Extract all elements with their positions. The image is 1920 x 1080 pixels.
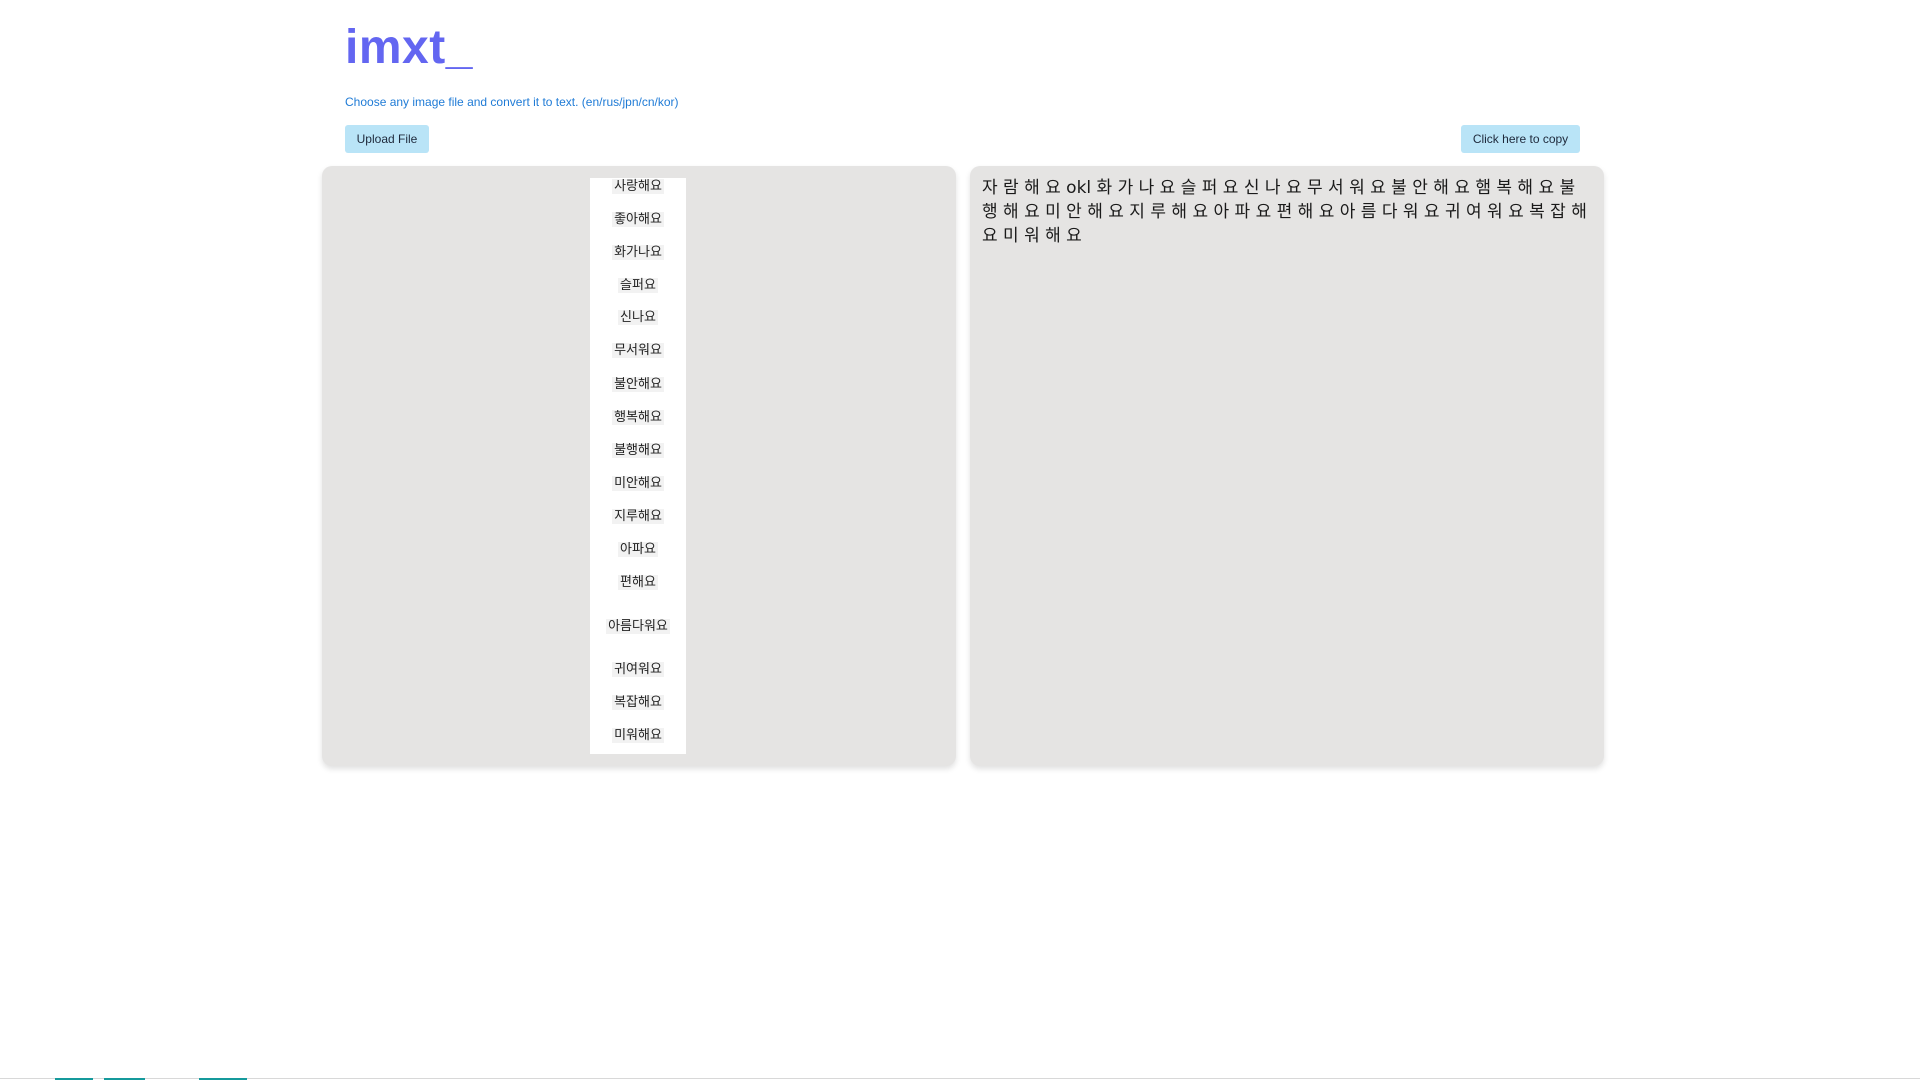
image-preview-panel: 사랑해요좋아해요화가나요슬퍼요신나요무서워요불안해요행복해요불행해요미안해요지루… [322,166,956,766]
app-subtitle: Choose any image file and convert it to … [345,95,679,109]
image-word: 편해요 [590,574,686,592]
image-word: 불안해요 [590,376,686,394]
image-word-text: 편해요 [618,575,658,590]
image-word: 불행해요 [590,442,686,460]
image-word-text: 미안해요 [612,476,664,491]
copy-text-button[interactable]: Click here to copy [1461,125,1580,153]
bottom-divider [0,1078,1920,1079]
image-word: 미안해요 [590,475,686,493]
image-word-text: 아파요 [618,542,658,557]
image-word: 행복해요 [590,409,686,427]
image-word-text: 사랑해요 [612,179,664,194]
image-word: 화가나요 [590,244,686,262]
app-logo: imxt_ [345,21,473,74]
image-word: 무서워요 [590,342,686,360]
image-word: 신나요 [590,309,686,327]
image-word-text: 지루해요 [612,509,664,524]
image-word-text: 신나요 [618,310,658,325]
app-root: imxt_ Choose any image file and convert … [0,0,1920,1080]
image-word: 좋아해요 [590,211,686,229]
image-word-text: 불안해요 [612,377,664,392]
image-word: 지루해요 [590,508,686,526]
uploaded-image: 사랑해요좋아해요화가나요슬퍼요신나요무서워요불안해요행복해요불행해요미안해요지루… [590,178,686,754]
image-word-text: 복잡해요 [612,695,664,710]
image-word-text: 불행해요 [612,443,664,458]
image-word: 복잡해요 [590,694,686,712]
image-word-text: 좋아해요 [612,212,664,227]
image-word: 미워해요 [590,727,686,745]
image-word-text: 아름다워요 [606,619,670,634]
image-word: 슬퍼요 [590,277,686,295]
image-word: 귀여워요 [590,661,686,679]
image-word-text: 슬퍼요 [618,278,658,293]
image-word-text: 귀여워요 [612,662,664,677]
image-word-text: 화가나요 [612,245,664,260]
image-word-text: 행복해요 [612,410,664,425]
upload-file-button[interactable]: Upload File [345,125,429,153]
image-word-text: 미워해요 [612,728,664,743]
text-output-panel: 자 람 해 요 okl 화 가 나 요 슬 퍼 요 신 나 요 무 서 워 요 … [970,166,1604,766]
image-word: 사랑해요 [590,178,686,196]
image-word: 아름다워요 [590,618,686,636]
image-word: 아파요 [590,541,686,559]
extracted-text[interactable]: 자 람 해 요 okl 화 가 나 요 슬 퍼 요 신 나 요 무 서 워 요 … [982,176,1594,248]
image-word-text: 무서워요 [612,343,664,358]
